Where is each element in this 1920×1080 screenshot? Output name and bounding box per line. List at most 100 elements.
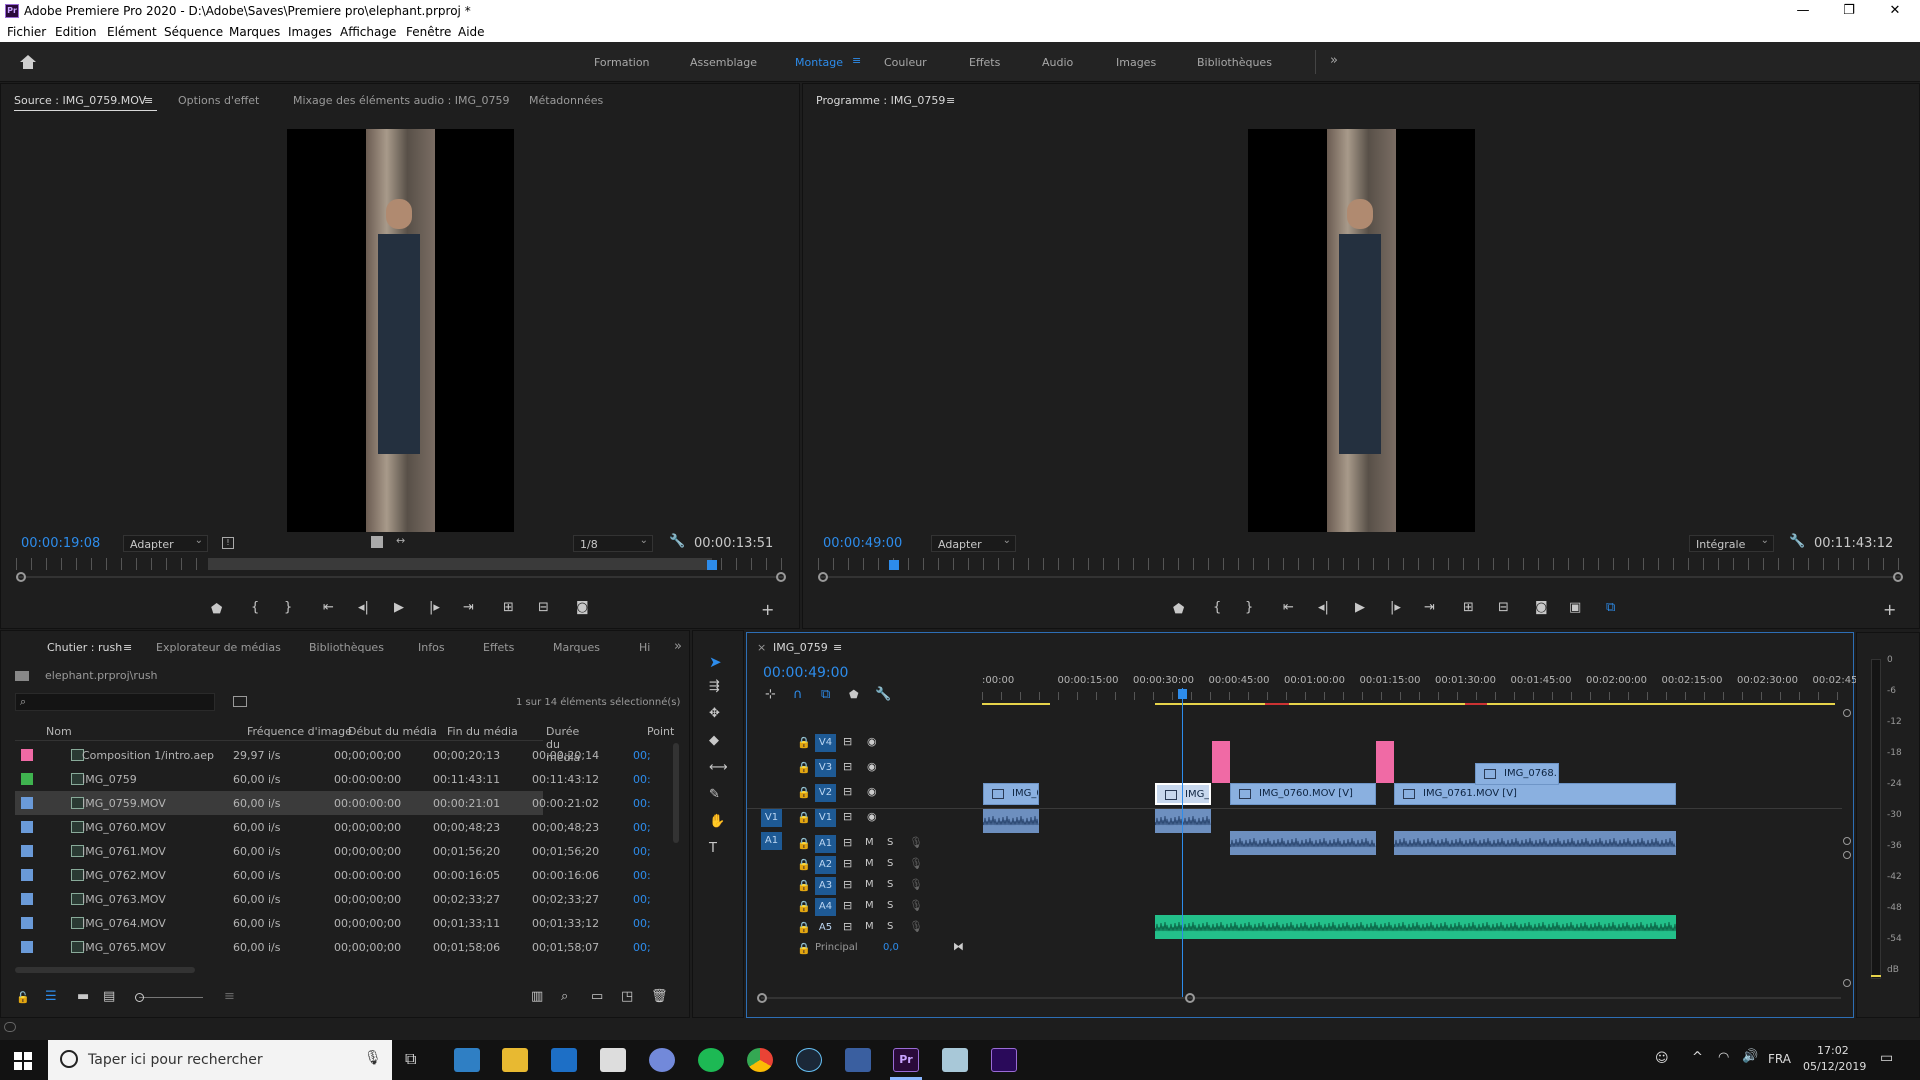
menu-fichier[interactable]: Fichier	[7, 25, 46, 39]
lift-icon[interactable]: ⊞	[1463, 600, 1474, 615]
project-row[interactable]: IMG_0761.MOV 60,00 i/s 00;00;00;00 00;01;56…	[15, 839, 651, 863]
tab-info[interactable]: Infos	[418, 641, 445, 654]
track-target-a1[interactable]: A1	[815, 835, 836, 853]
track-lock-icon[interactable]: 🔒	[797, 837, 811, 850]
program-zoom-handle-left[interactable]	[818, 572, 828, 582]
workspace-overflow-icon[interactable]: »	[1330, 53, 1338, 68]
program-go-to-out-icon[interactable]: ⇥	[1424, 600, 1435, 615]
sync-lock-icon[interactable]: ⊟	[843, 760, 852, 773]
project-row[interactable]: IMG_0759.MOV 60,00 i/s 00:00:00:00 00:00:21…	[15, 791, 651, 815]
sync-lock-icon[interactable]: ⊟	[843, 878, 852, 891]
tab-history[interactable]: Hi	[639, 641, 650, 654]
insert-nest-icon[interactable]: ⊹	[765, 687, 776, 702]
menu-element[interactable]: Elément	[107, 25, 157, 39]
sync-lock-icon[interactable]: ⊟	[843, 920, 852, 933]
tab-sequence-menu-icon[interactable]: ≡	[833, 641, 842, 654]
track-lock-icon[interactable]: 🔒	[797, 761, 811, 774]
clip-img-0768[interactable]: IMG_0768.MOV	[1475, 763, 1559, 785]
tray-chevron-icon[interactable]: ^	[1692, 1050, 1703, 1065]
menu-fenetre[interactable]: Fenêtre	[406, 25, 451, 39]
voiceover-icon[interactable]: 🎙	[909, 836, 923, 849]
program-wrench-icon[interactable]: 🔧	[1789, 534, 1805, 549]
solo-button[interactable]: S	[887, 858, 893, 869]
eye-icon[interactable]: ◉	[867, 810, 877, 823]
sync-lock-icon[interactable]: ⊟	[843, 857, 852, 870]
mark-in-icon[interactable]: {	[251, 600, 259, 615]
program-play-icon[interactable]: ▶	[1355, 600, 1365, 615]
track-lock-icon[interactable]: 🔒	[797, 811, 811, 824]
overwrite-icon[interactable]: ⊟	[538, 600, 549, 615]
maximize-button[interactable]: ❐	[1826, 0, 1872, 22]
label-color-swatch[interactable]	[21, 917, 33, 929]
program-step-forward-icon[interactable]: |▸	[1390, 600, 1401, 615]
tab-effects[interactable]: Effets	[483, 641, 514, 654]
menu-edition[interactable]: Edition	[55, 25, 97, 39]
track-target-v2[interactable]: V2	[815, 784, 836, 802]
tab-program[interactable]: Programme : IMG_0759	[816, 94, 945, 107]
razor-tool-icon[interactable]: ◆	[709, 733, 719, 748]
minimize-button[interactable]: —	[1780, 0, 1826, 22]
clock-time[interactable]: 17:02	[1817, 1044, 1849, 1057]
zoom-slider-handle[interactable]	[135, 993, 144, 1002]
new-search-bin-icon[interactable]	[233, 696, 247, 707]
zoom-handle-left[interactable]	[16, 572, 26, 582]
mute-button[interactable]: M	[865, 837, 874, 848]
insert-edit-icon[interactable]: ⊞	[503, 600, 514, 615]
clip-img-0761[interactable]: IMG_0761.MOV [V]	[1394, 783, 1676, 805]
voiceover-icon[interactable]: 🎙	[909, 857, 923, 870]
slip-tool-icon[interactable]: ⟷	[709, 760, 728, 775]
close-button[interactable]: ✕	[1872, 0, 1918, 22]
graphic-clip-pink-2[interactable]	[1376, 741, 1394, 783]
home-icon[interactable]	[19, 54, 37, 70]
clip-img-0760[interactable]: IMG_0760.MOV [V]	[1230, 783, 1376, 805]
menu-marques[interactable]: Marques	[229, 25, 280, 39]
program-time-ruler[interactable]	[818, 558, 1903, 570]
automate-sequence-icon[interactable]: ▥	[531, 989, 543, 1004]
taskbar-search-box[interactable]: Taper ici pour rechercher 🎙	[48, 1040, 392, 1080]
project-row[interactable]: IMG_0762.MOV 60,00 i/s 00:00:00:00 00:00:16…	[15, 863, 651, 887]
solo-button[interactable]: S	[887, 879, 893, 890]
sync-lock-icon[interactable]: ⊟	[843, 899, 852, 912]
eye-icon[interactable]: ◉	[867, 760, 877, 773]
insert-icon[interactable]	[371, 536, 383, 548]
source-zoom-bar[interactable]	[16, 576, 786, 578]
tab-libraries[interactable]: Bibliothèques	[309, 641, 384, 654]
workspace-bibliotheques[interactable]: Bibliothèques	[1197, 56, 1272, 69]
source-patch-v1[interactable]: V1	[761, 809, 782, 827]
v-scroll-handle-top[interactable]	[1843, 709, 1851, 717]
program-export-frame-icon[interactable]: ◙	[1535, 600, 1548, 615]
hand-tool-icon[interactable]: ✋	[709, 814, 725, 829]
col-fps[interactable]: Fréquence d'image	[247, 725, 352, 738]
menu-sequence[interactable]: Séquence	[164, 25, 223, 39]
mute-button[interactable]: M	[865, 858, 874, 869]
tab-audio-mixer[interactable]: Mixage des éléments audio : IMG_0759	[293, 94, 510, 107]
program-zoom-handle-right[interactable]	[1893, 572, 1903, 582]
panel-overflow-icon[interactable]: »	[674, 639, 682, 654]
project-hscrollbar[interactable]	[15, 967, 195, 973]
pen-tool-icon[interactable]: ✎	[709, 787, 720, 802]
track-lock-icon[interactable]: 🔒	[797, 900, 811, 913]
premiere-taskbar-icon[interactable]: Pr	[893, 1048, 919, 1072]
program-quality-dropdown[interactable]: Intégrale	[1689, 535, 1774, 552]
step-back-icon[interactable]: ◂|	[358, 600, 369, 615]
voiceover-icon[interactable]: 🎙	[909, 899, 923, 912]
add-marker-icon[interactable]: ⬟	[211, 602, 222, 617]
list-view-icon[interactable]: ☰	[45, 989, 57, 1004]
label-color-swatch[interactable]	[21, 893, 33, 905]
windows-start-icon[interactable]	[14, 1052, 32, 1070]
workspace-audio[interactable]: Audio	[1042, 56, 1073, 69]
sync-lock-icon[interactable]: ⊟	[843, 836, 852, 849]
tab-source-menu-icon[interactable]: ≡	[144, 94, 153, 107]
play-icon[interactable]: ▶	[394, 600, 404, 615]
sort-icon[interactable]: ≡	[224, 989, 235, 1004]
tab-bin-rush[interactable]: Chutier : rush	[47, 641, 122, 654]
timeline-zoom-left[interactable]	[757, 993, 767, 1003]
explorer-app-icon[interactable]	[454, 1048, 480, 1072]
track-lock-icon[interactable]: 🔒	[797, 858, 811, 871]
tab-sequence[interactable]: IMG_0759	[773, 641, 828, 654]
linked-selection-icon[interactable]: ⧉	[821, 687, 830, 702]
solo-button[interactable]: S	[887, 921, 893, 932]
workspace-formation[interactable]: Formation	[594, 56, 650, 69]
mute-button[interactable]: M	[865, 921, 874, 932]
discord-icon[interactable]	[649, 1048, 675, 1072]
